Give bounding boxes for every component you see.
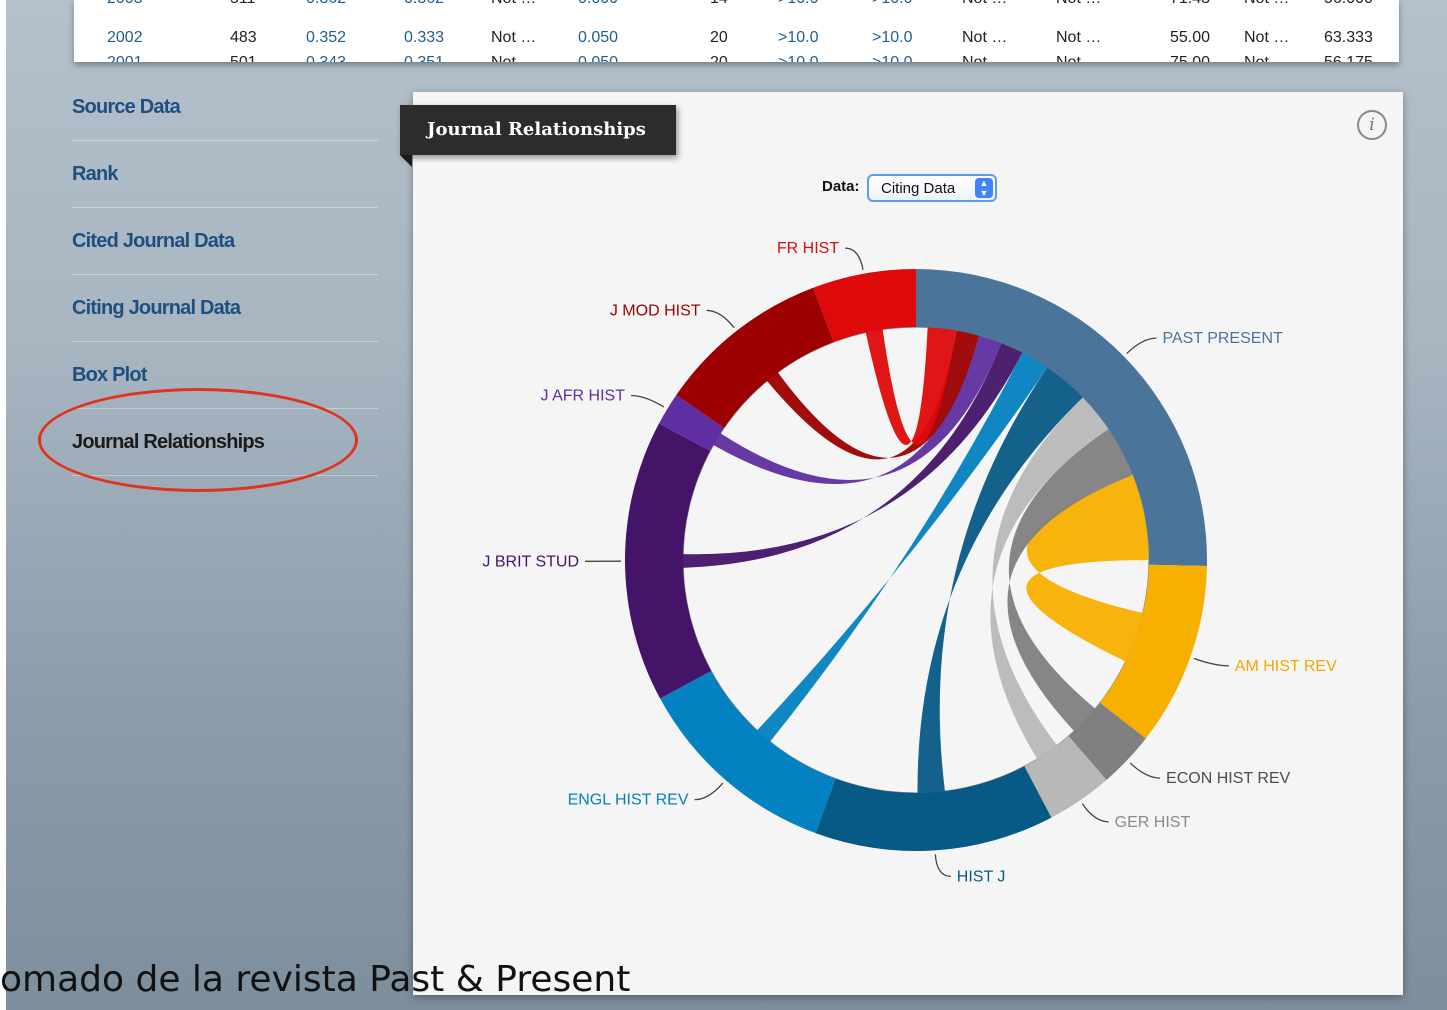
label-leader-engl-hist-rev: [694, 782, 724, 801]
label-leader-fr-hist: [845, 247, 864, 270]
label-econ-hist-rev[interactable]: ECON HIST REV: [1166, 770, 1291, 787]
label-leader-j-mod-hist: [706, 309, 735, 329]
label-j-brit-stud[interactable]: J BRIT STUD: [482, 553, 579, 570]
chord-arc-engl-hist-rev[interactable]: [660, 670, 836, 834]
label-fr-hist[interactable]: FR HIST: [777, 240, 839, 257]
label-j-afr-hist[interactable]: J AFR HIST: [541, 388, 626, 405]
label-leader-past-present: [1126, 337, 1157, 355]
label-am-hist-rev[interactable]: AM HIST REV: [1235, 658, 1337, 675]
label-j-mod-hist[interactable]: J MOD HIST: [610, 302, 701, 319]
label-ger-hist[interactable]: GER HIST: [1115, 814, 1191, 831]
label-past-present[interactable]: PAST PRESENT: [1162, 330, 1283, 347]
label-hist-j[interactable]: HIST J: [957, 868, 1006, 885]
label-leader-ger-hist: [1081, 803, 1109, 823]
label-engl-hist-rev[interactable]: ENGL HIST REV: [568, 792, 689, 809]
label-leader-hist-j: [934, 854, 951, 877]
chord-chart: PAST PRESENT AM HIST REV ECON HIST REV GER …: [482, 240, 1337, 885]
label-leader-am-hist-rev: [1193, 657, 1229, 667]
label-leader-j-afr-hist: [630, 394, 665, 408]
label-leader-econ-hist-rev: [1129, 762, 1161, 779]
caption-text: omado de la revista Past & Present: [0, 959, 631, 1000]
